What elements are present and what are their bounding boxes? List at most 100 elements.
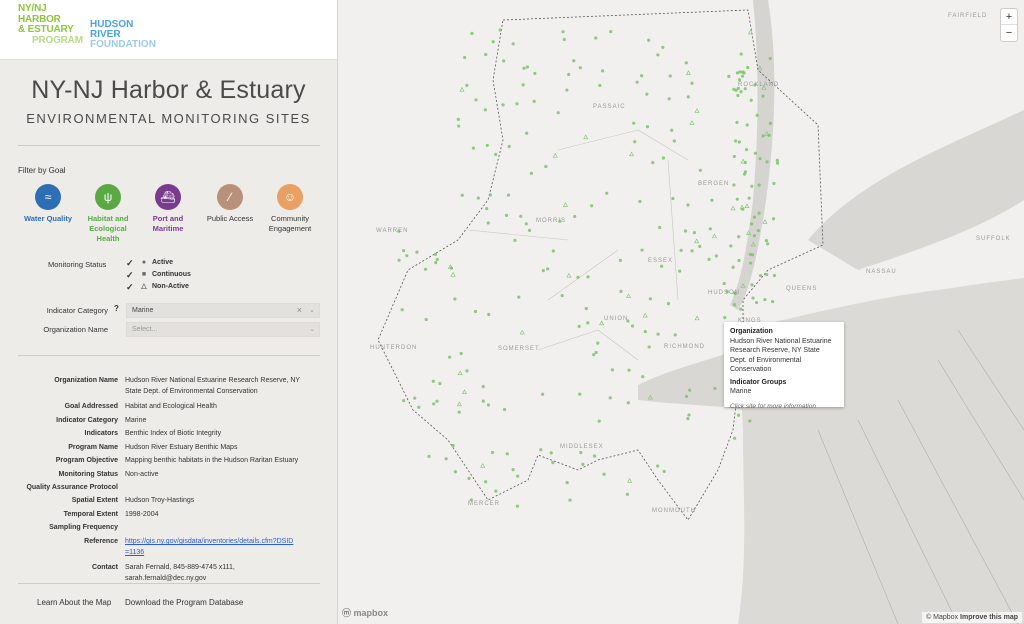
site-marker[interactable] <box>415 250 419 254</box>
site-marker[interactable] <box>672 139 676 143</box>
site-marker[interactable] <box>484 52 488 57</box>
site-marker[interactable] <box>731 265 735 269</box>
site-marker[interactable] <box>758 157 762 161</box>
site-marker[interactable] <box>402 249 406 253</box>
site-marker[interactable] <box>605 191 609 195</box>
site-marker[interactable] <box>562 37 566 42</box>
site-marker[interactable] <box>490 450 495 455</box>
site-marker[interactable] <box>749 222 754 226</box>
site-marker[interactable] <box>465 369 469 373</box>
site-marker[interactable] <box>625 492 629 496</box>
site-marker[interactable] <box>757 211 761 215</box>
zoom-in-button[interactable]: + <box>1001 9 1017 25</box>
site-marker[interactable] <box>592 454 597 458</box>
site-marker[interactable] <box>744 203 750 208</box>
site-marker[interactable] <box>400 308 404 312</box>
chevron-down-icon[interactable]: ⌄ <box>309 323 315 336</box>
site-marker[interactable] <box>586 321 590 325</box>
site-marker[interactable] <box>683 229 688 233</box>
goal-water-quality[interactable]: ≈ Water Quality <box>18 184 78 224</box>
site-marker[interactable] <box>487 312 491 317</box>
site-marker[interactable] <box>456 401 462 407</box>
site-marker[interactable] <box>619 289 623 293</box>
site-marker[interactable] <box>488 193 492 197</box>
site-marker[interactable] <box>764 272 769 277</box>
site-marker[interactable] <box>739 307 743 311</box>
site-marker[interactable] <box>402 399 406 403</box>
site-marker[interactable] <box>627 477 633 483</box>
site-marker[interactable] <box>632 121 636 125</box>
site-marker[interactable] <box>638 199 642 204</box>
site-marker[interactable] <box>775 158 779 162</box>
site-marker[interactable] <box>734 139 738 143</box>
site-marker[interactable] <box>678 269 682 273</box>
site-marker[interactable] <box>556 111 560 115</box>
site-marker[interactable] <box>750 283 754 287</box>
indicator-category-select[interactable]: Marine × ⌄ <box>126 303 320 318</box>
site-marker[interactable] <box>710 198 714 202</box>
site-marker[interactable] <box>573 214 577 219</box>
site-marker[interactable] <box>748 261 753 265</box>
site-marker[interactable] <box>739 90 743 94</box>
site-marker[interactable] <box>708 227 712 231</box>
site-marker[interactable] <box>738 70 742 74</box>
site-marker[interactable] <box>461 389 467 394</box>
site-marker[interactable] <box>761 134 765 138</box>
site-marker[interactable] <box>732 303 737 307</box>
site-marker[interactable] <box>502 407 507 412</box>
site-marker[interactable] <box>752 215 757 219</box>
site-marker[interactable] <box>668 74 672 78</box>
site-marker[interactable] <box>609 30 613 34</box>
site-marker[interactable] <box>744 147 749 152</box>
site-marker[interactable] <box>590 204 594 208</box>
site-marker[interactable] <box>610 368 614 372</box>
site-marker[interactable] <box>743 170 748 174</box>
site-marker[interactable] <box>424 317 428 322</box>
site-marker[interactable] <box>647 38 651 42</box>
help-icon[interactable]: ? <box>114 304 119 313</box>
download-database-link[interactable]: Download the Program Database <box>125 598 243 607</box>
site-marker[interactable] <box>456 117 460 121</box>
site-marker[interactable] <box>737 140 741 144</box>
site-marker[interactable] <box>601 69 605 73</box>
site-marker[interactable] <box>448 355 452 359</box>
site-marker[interactable] <box>745 123 749 127</box>
site-marker[interactable] <box>423 267 428 271</box>
site-marker[interactable] <box>640 248 644 252</box>
site-marker[interactable] <box>689 120 695 125</box>
site-marker[interactable] <box>749 98 753 102</box>
site-marker[interactable] <box>737 78 742 82</box>
site-marker[interactable] <box>562 202 568 207</box>
site-marker[interactable] <box>690 81 694 85</box>
site-marker[interactable] <box>748 419 752 423</box>
site-marker[interactable] <box>626 293 632 298</box>
site-marker[interactable] <box>450 271 456 277</box>
site-marker[interactable] <box>747 196 751 200</box>
site-marker[interactable] <box>750 184 754 188</box>
site-marker[interactable] <box>413 396 417 400</box>
site-marker[interactable] <box>484 480 488 484</box>
site-marker[interactable] <box>511 467 515 472</box>
site-marker[interactable] <box>561 30 565 34</box>
site-marker[interactable] <box>640 74 644 78</box>
site-marker[interactable] <box>772 181 776 186</box>
site-marker[interactable] <box>515 102 519 106</box>
site-marker[interactable] <box>435 257 439 262</box>
goal-habitat[interactable]: ψ Habitat and Ecological Health <box>78 184 138 244</box>
site-marker[interactable] <box>626 401 630 405</box>
site-marker[interactable] <box>521 83 525 87</box>
site-marker[interactable] <box>485 206 489 211</box>
site-marker[interactable] <box>648 297 652 301</box>
map-canvas[interactable]: FAIRFIELD ROCKLAND PASSAIC BERGEN WARREN… <box>338 0 1024 624</box>
site-marker[interactable] <box>660 264 664 268</box>
clear-icon[interactable]: × <box>297 304 302 317</box>
site-marker[interactable] <box>502 59 506 63</box>
site-marker[interactable] <box>627 368 631 372</box>
site-marker[interactable] <box>524 222 528 226</box>
site-marker[interactable] <box>656 332 660 336</box>
site-marker[interactable] <box>519 214 523 218</box>
site-marker[interactable] <box>756 228 760 233</box>
site-marker[interactable] <box>747 29 753 35</box>
site-marker[interactable] <box>687 388 692 392</box>
site-marker[interactable] <box>457 410 461 414</box>
